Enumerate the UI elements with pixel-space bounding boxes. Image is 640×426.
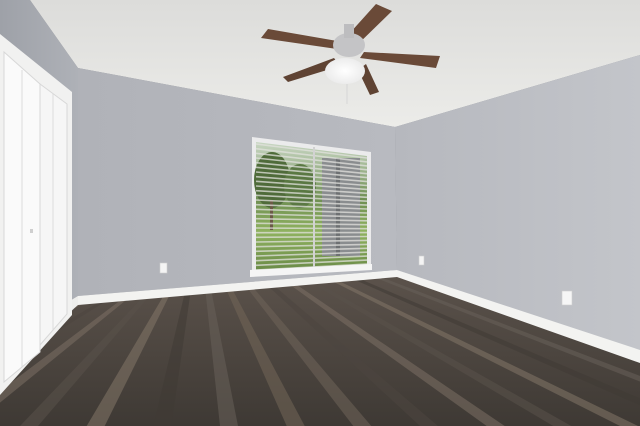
blind-slat [255, 235, 368, 239]
outlet-back-right [418, 255, 425, 266]
room-illustration [0, 0, 640, 426]
outlet-right-wall [561, 290, 573, 306]
room-photo [0, 0, 640, 426]
window [250, 137, 372, 277]
fan-light-bulbs [325, 58, 365, 84]
blind-slat [255, 227, 368, 230]
closet-knob[interactable] [30, 229, 33, 233]
outlet-back-left [159, 262, 168, 274]
